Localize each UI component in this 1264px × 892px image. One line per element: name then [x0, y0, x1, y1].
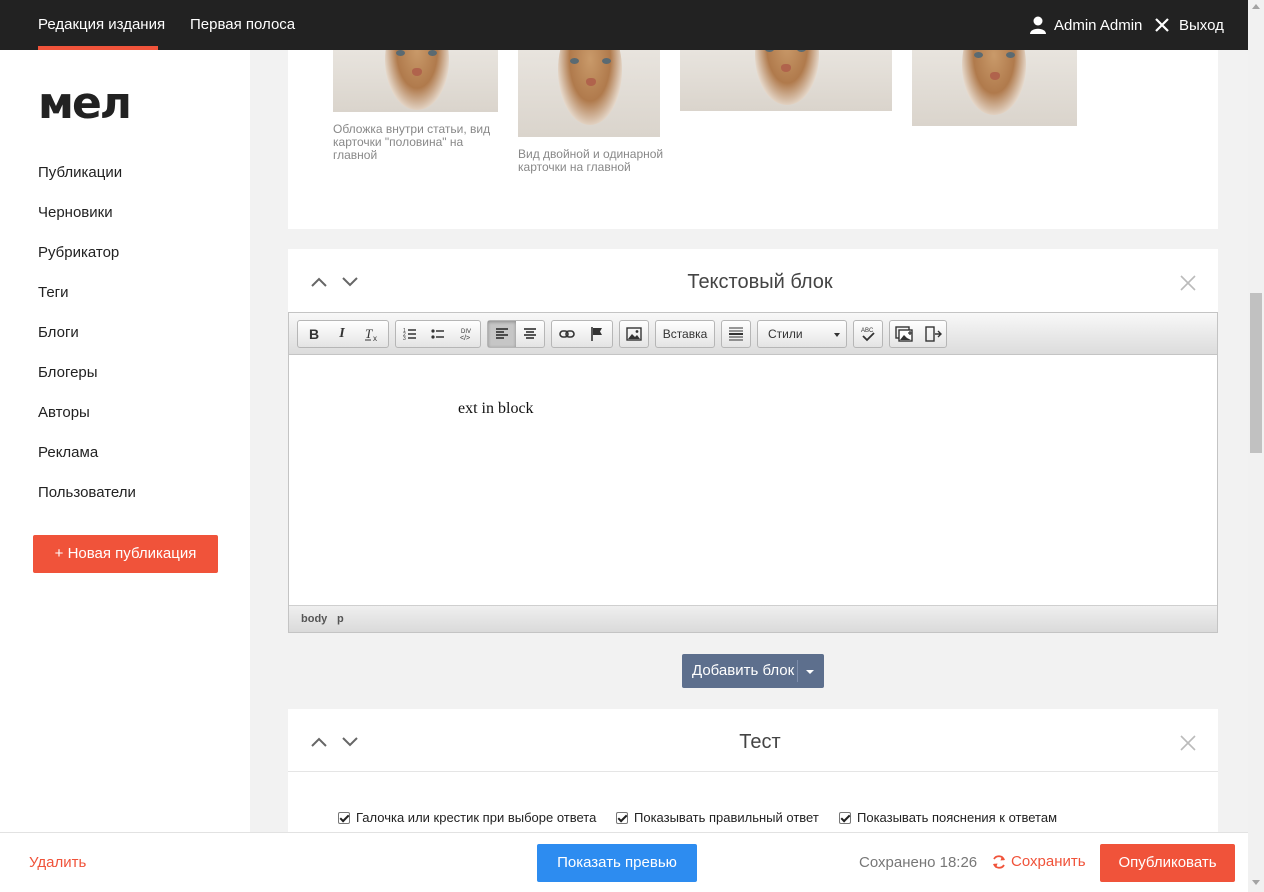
- sidebar-item-blogs[interactable]: Блоги: [38, 324, 79, 341]
- option-checkmark[interactable]: Галочка или крестик при выборе ответа: [338, 810, 596, 825]
- card-image-thumbnail[interactable]: [518, 50, 660, 137]
- scrollbar-thumb[interactable]: [1250, 293, 1262, 453]
- path-item-body[interactable]: body: [301, 613, 327, 625]
- test-block-divider: [288, 771, 1218, 772]
- move-down-icon[interactable]: [340, 735, 360, 749]
- editor-content-area[interactable]: ext in block: [289, 356, 1217, 605]
- image-icon[interactable]: [620, 321, 648, 347]
- logo[interactable]: мел: [38, 82, 132, 126]
- close-icon: [1155, 18, 1169, 32]
- option-show-explanations-label: Показывать пояснения к ответам: [857, 810, 1058, 825]
- align-center-icon[interactable]: [516, 321, 544, 347]
- wide-image-thumbnail[interactable]: [680, 50, 892, 111]
- top-navbar: Редакция издания Первая полоса Admin Adm…: [0, 0, 1248, 50]
- editor-paragraph[interactable]: ext in block: [458, 400, 534, 418]
- checkbox[interactable]: [338, 811, 350, 824]
- styles-dropdown[interactable]: Стили: [757, 320, 847, 348]
- gallery-icon[interactable]: [890, 321, 918, 347]
- add-block-divider: [797, 660, 798, 682]
- nav-front-page[interactable]: Первая полоса: [190, 0, 295, 50]
- insert-button[interactable]: Вставка: [656, 321, 714, 347]
- chevron-down-icon: [834, 333, 840, 337]
- sidebar-item-authors[interactable]: Авторы: [38, 404, 90, 421]
- checkbox[interactable]: [616, 811, 628, 824]
- rich-text-editor: B I Tx 123 DIV </> Вставка Стили ABC ext…: [288, 312, 1218, 633]
- delete-link[interactable]: Удалить: [29, 854, 86, 871]
- anchor-flag-icon[interactable]: [583, 321, 611, 347]
- sidebar-item-ads[interactable]: Реклама: [38, 444, 98, 461]
- numbered-list-icon[interactable]: 123: [396, 321, 424, 347]
- add-block-button[interactable]: Добавить блок: [682, 654, 824, 688]
- chevron-down-icon[interactable]: [806, 670, 814, 674]
- scroll-up-arrow-icon[interactable]: [1252, 4, 1260, 9]
- logout-label: Выход: [1179, 16, 1224, 34]
- saved-status: Сохранено 18:26: [859, 854, 978, 871]
- option-checkmark-label: Галочка или крестик при выборе ответа: [356, 810, 597, 825]
- remove-format-icon[interactable]: Tx: [358, 321, 386, 347]
- card-image-caption: Вид двойной и одинарной карточки на глав…: [518, 147, 664, 174]
- move-up-icon[interactable]: [309, 275, 329, 289]
- user-icon: [1030, 16, 1046, 34]
- spellcheck-icon[interactable]: ABC: [854, 321, 882, 347]
- hr-group: [721, 320, 751, 348]
- sidebar-item-drafts[interactable]: Черновики: [38, 204, 113, 221]
- italic-icon[interactable]: I: [328, 321, 356, 347]
- align-group: [487, 320, 545, 348]
- cover-image-caption: Обложка внутри статьи, вид карточки "пол…: [333, 122, 491, 162]
- horizontal-rule-icon[interactable]: [722, 321, 750, 347]
- path-item-p[interactable]: p: [337, 613, 344, 625]
- publish-button[interactable]: Опубликовать: [1100, 844, 1235, 882]
- option-show-explanations[interactable]: Показывать пояснения к ответам: [839, 810, 1057, 825]
- new-publication-button[interactable]: + Новая публикация: [33, 535, 218, 573]
- checkbox[interactable]: [839, 811, 851, 824]
- media-group: [889, 320, 947, 348]
- option-show-correct-label: Показывать правильный ответ: [634, 810, 819, 825]
- bold-icon[interactable]: B: [300, 321, 328, 347]
- svg-text:</>: </>: [460, 335, 470, 342]
- editor-path-bar: body p: [289, 605, 1217, 632]
- test-block-title: Тест: [739, 731, 781, 753]
- user-menu[interactable]: Admin Admin: [1030, 15, 1142, 35]
- sidebar-item-users[interactable]: Пользователи: [38, 484, 136, 501]
- scroll-down-arrow-icon[interactable]: [1252, 880, 1260, 885]
- link-group: [551, 320, 613, 348]
- option-show-correct[interactable]: Показывать правильный ответ: [616, 810, 819, 825]
- align-left-icon[interactable]: [488, 321, 516, 347]
- preview-button[interactable]: Показать превью: [537, 844, 697, 882]
- svg-text:T: T: [365, 326, 373, 341]
- cover-image-thumbnail[interactable]: [333, 50, 498, 112]
- image-group: [619, 320, 649, 348]
- editor-toolbar: B I Tx 123 DIV </> Вставка Стили ABC: [289, 313, 1217, 355]
- save-label: Сохранить: [1011, 853, 1086, 870]
- close-block-icon[interactable]: [1178, 273, 1198, 293]
- spellcheck-group: ABC: [853, 320, 883, 348]
- styles-dropdown-label: Стили: [768, 327, 803, 341]
- list-group: 123 DIV </>: [395, 320, 481, 348]
- div-container-icon[interactable]: DIV </>: [452, 321, 480, 347]
- refresh-icon: [993, 854, 1005, 869]
- nav-edition[interactable]: Редакция издания: [38, 0, 165, 50]
- bulleted-list-icon[interactable]: [424, 321, 452, 347]
- add-block-label: Добавить блок: [692, 662, 795, 679]
- sidebar-item-publications[interactable]: Публикации: [38, 164, 122, 181]
- sidebar-item-bloggers[interactable]: Блогеры: [38, 364, 98, 381]
- move-up-icon[interactable]: [309, 735, 329, 749]
- format-group: B I Tx: [297, 320, 389, 348]
- sidebar-item-rubricator[interactable]: Рубрикатор: [38, 244, 119, 261]
- sidebar-item-tags[interactable]: Теги: [38, 284, 69, 301]
- link-icon[interactable]: [553, 321, 581, 347]
- text-block-title: Текстовый блок: [687, 271, 833, 293]
- save-button[interactable]: Сохранить: [991, 853, 1086, 870]
- small-image-thumbnail[interactable]: [912, 50, 1077, 126]
- svg-text:3: 3: [403, 336, 406, 341]
- svg-text:x: x: [373, 334, 377, 342]
- logout-button[interactable]: Выход: [1155, 15, 1224, 35]
- close-block-icon[interactable]: [1178, 733, 1198, 753]
- svg-text:ABC: ABC: [861, 328, 874, 334]
- embed-icon[interactable]: [919, 321, 947, 347]
- bottom-action-bar: Удалить Показать превью Сохранено 18:26 …: [0, 832, 1248, 892]
- user-name: Admin Admin: [1054, 16, 1143, 34]
- move-down-icon[interactable]: [340, 275, 360, 289]
- insert-group: Вставка: [655, 320, 715, 348]
